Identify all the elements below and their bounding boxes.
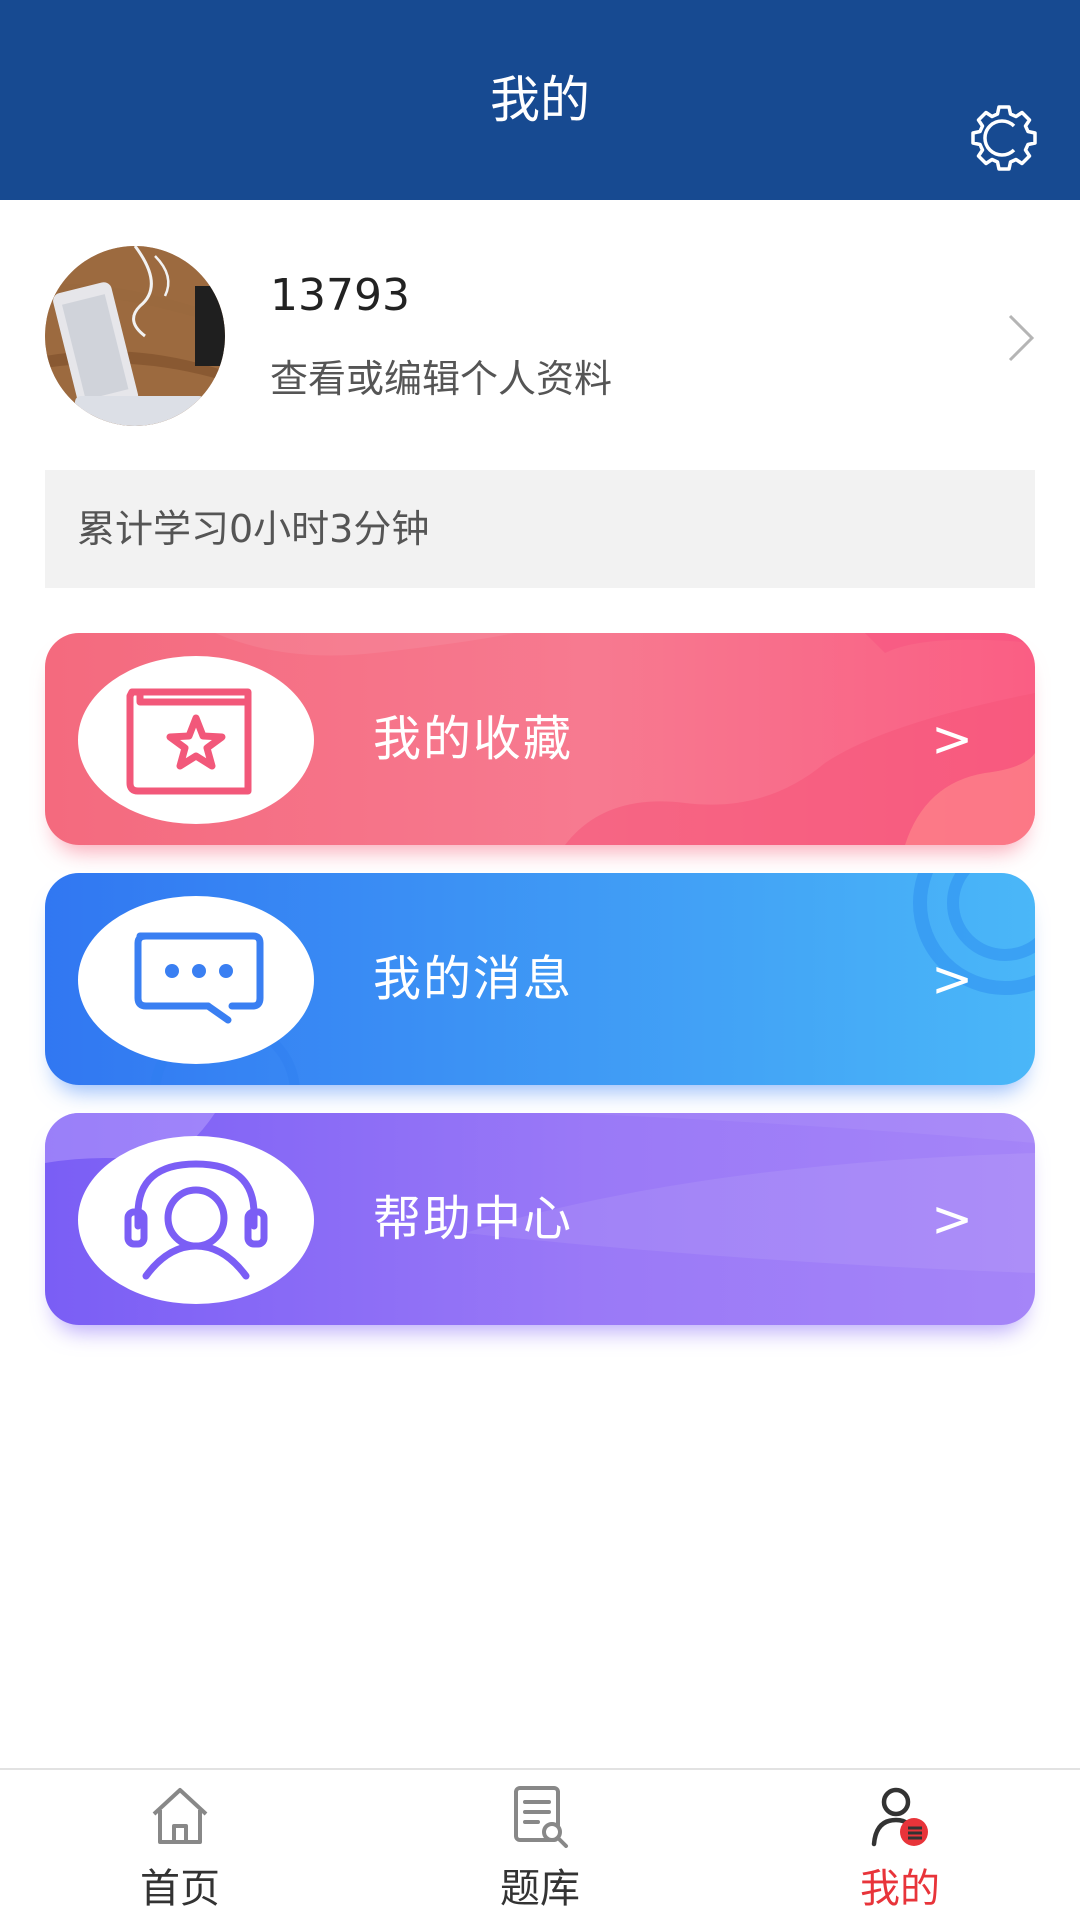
headset-support-icon: [124, 1160, 268, 1280]
menu-item-label: 我的消息: [373, 951, 574, 1007]
chevron-right-icon: >: [931, 710, 973, 768]
chevron-right-icon: >: [931, 950, 973, 1008]
chevron-right-icon: >: [931, 1190, 973, 1248]
favorites-book-star-icon: [126, 688, 252, 795]
nav-item-profile[interactable]: 我的: [800, 1770, 1000, 1920]
nav-label: 首页: [140, 1866, 220, 1912]
menu-item-messages[interactable]: 我的消息 >: [45, 873, 1035, 1085]
study-time-text: 累计学习0小时3分钟: [77, 507, 430, 551]
menu-item-help-center[interactable]: 帮助中心 >: [45, 1113, 1035, 1325]
nav-item-home[interactable]: 首页: [80, 1770, 280, 1920]
nav-label: 题库: [500, 1866, 580, 1912]
username: 13793: [270, 270, 410, 321]
chevron-right-icon[interactable]: [1000, 308, 1040, 368]
question-bank-icon: [514, 1786, 568, 1848]
nav-item-question-bank[interactable]: 题库: [440, 1770, 640, 1920]
profile-row[interactable]: 13793 查看或编辑个人资料: [0, 200, 1080, 455]
help-icon-badge: [78, 1136, 314, 1304]
page-title: 我的: [490, 71, 590, 129]
menu-item-label: 我的收藏: [373, 711, 574, 767]
study-time-banner: 累计学习0小时3分钟: [45, 470, 1035, 588]
header-bar: 我的: [0, 0, 1080, 200]
favorites-icon-badge: [78, 656, 314, 824]
messages-icon-badge: [78, 896, 314, 1064]
nav-label: 我的: [860, 1866, 940, 1912]
profile-icon: [871, 1787, 928, 1847]
bottom-nav: 首页 题库 我的: [0, 1768, 1080, 1920]
avatar[interactable]: [45, 246, 225, 426]
edit-profile-link[interactable]: 查看或编辑个人资料: [270, 348, 612, 403]
message-chat-icon: [134, 932, 264, 1024]
menu-item-favorites[interactable]: 我的收藏 >: [45, 633, 1035, 845]
home-icon: [152, 1788, 208, 1844]
settings-button[interactable]: [968, 102, 1040, 174]
gear-icon: [971, 105, 1037, 171]
menu-item-label: 帮助中心: [373, 1191, 574, 1247]
